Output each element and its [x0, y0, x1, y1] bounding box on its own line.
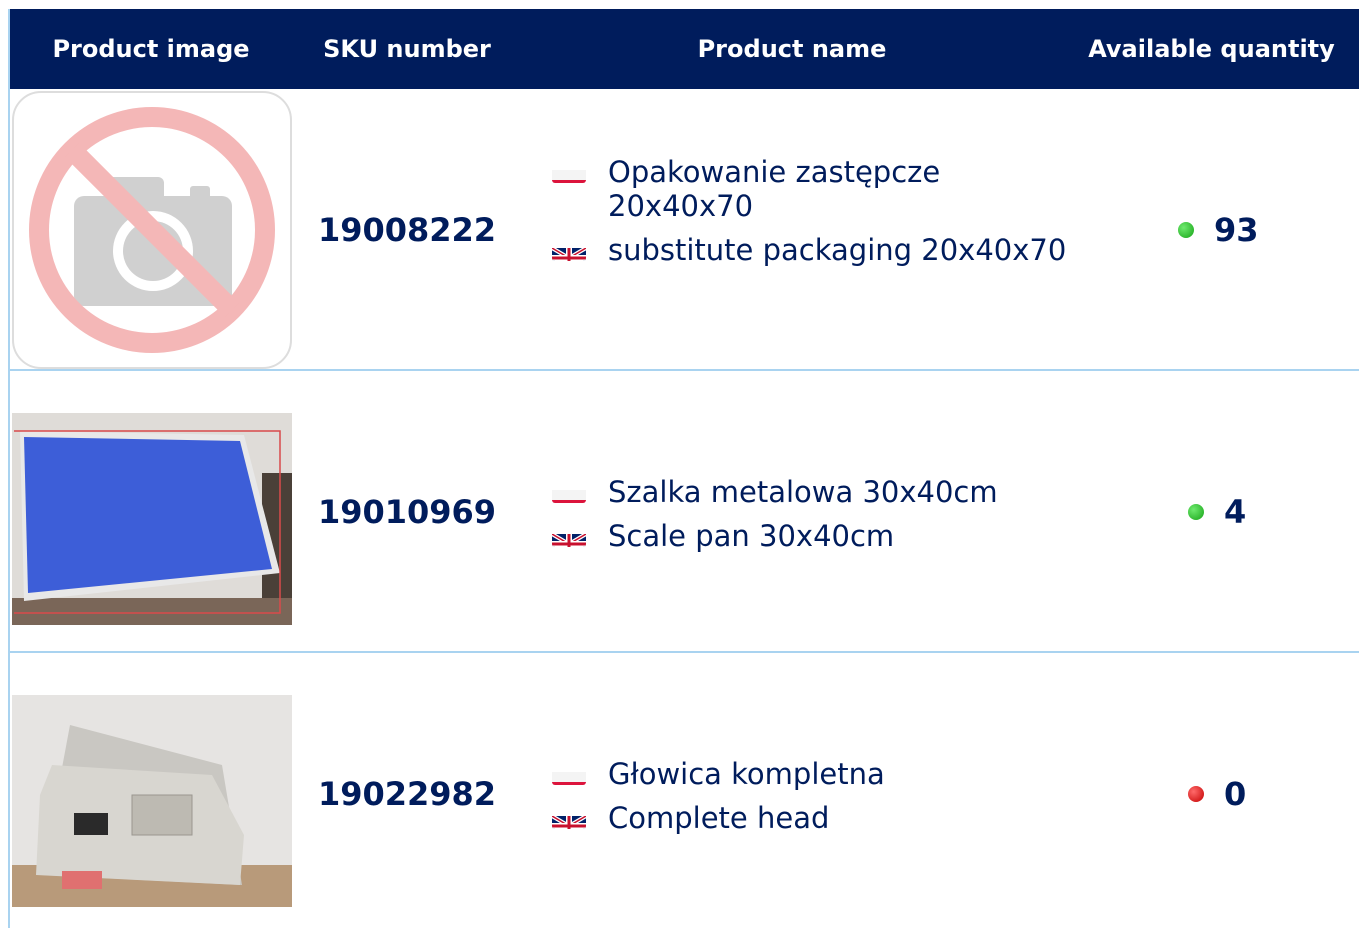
quantity-value: 93 [1214, 211, 1259, 249]
product-name-en: Complete head [608, 801, 830, 835]
product-name-pl: Szalka metalowa 30x40cm [608, 475, 998, 509]
table-row[interactable]: 19022982 Głowica kompletna Complete head… [10, 653, 1359, 928]
sku-value: 19022982 [317, 775, 497, 813]
product-table: Product image SKU number Product name Av… [8, 9, 1359, 928]
poland-flag-icon [552, 765, 586, 785]
uk-flag-icon [552, 241, 586, 261]
product-name-en: Scale pan 30x40cm [608, 519, 895, 553]
scale-head-photo[interactable] [12, 695, 292, 907]
quantity-value: 4 [1224, 493, 1247, 531]
in-stock-dot-icon [1188, 504, 1204, 520]
sku-value: 19008222 [317, 211, 497, 249]
table-row[interactable]: 19010969 Szalka metalowa 30x40cm Scale p… [10, 371, 1359, 653]
product-name-pl: Opakowanie zastępcze 20x40x70 [608, 155, 941, 223]
header-product-name[interactable]: Product name [522, 9, 1062, 89]
uk-flag-icon [552, 527, 586, 547]
name-line-pl: Opakowanie zastępcze 20x40x70 [552, 155, 1072, 223]
header-product-image[interactable]: Product image [10, 9, 292, 89]
no-photo-icon[interactable] [12, 91, 292, 369]
name-line-pl: Głowica kompletna [552, 757, 1072, 791]
uk-flag-icon [552, 809, 586, 829]
out-of-stock-dot-icon [1188, 786, 1204, 802]
table-header: Product image SKU number Product name Av… [10, 9, 1359, 89]
table-row[interactable]: 19008222 Opakowanie zastępcze 20x40x70 s… [10, 89, 1359, 371]
product-name-pl: Głowica kompletna [608, 757, 885, 791]
product-name-cell: Głowica kompletna Complete head [552, 757, 1072, 845]
name-line-en: Complete head [552, 801, 1072, 835]
poland-flag-icon [552, 483, 586, 503]
poland-flag-icon [552, 163, 586, 183]
in-stock-dot-icon [1178, 222, 1194, 238]
product-name-cell: Opakowanie zastępcze 20x40x70 substitute… [552, 155, 1072, 277]
product-name-cell: Szalka metalowa 30x40cm Scale pan 30x40c… [552, 475, 1072, 563]
sku-value: 19010969 [317, 493, 497, 531]
header-available-quantity[interactable]: Available quantity [1062, 9, 1359, 89]
name-line-pl: Szalka metalowa 30x40cm [552, 475, 1072, 509]
quantity-cell: 4 [1188, 493, 1246, 531]
quantity-cell: 0 [1188, 775, 1246, 813]
header-sku-number[interactable]: SKU number [292, 9, 522, 89]
quantity-cell: 93 [1178, 211, 1259, 249]
quantity-value: 0 [1224, 775, 1247, 813]
scale-pan-photo[interactable] [12, 413, 292, 625]
name-line-en: substitute packaging 20x40x70 [552, 233, 1072, 267]
name-line-en: Scale pan 30x40cm [552, 519, 1072, 553]
product-name-en: substitute packaging 20x40x70 [608, 233, 1067, 267]
